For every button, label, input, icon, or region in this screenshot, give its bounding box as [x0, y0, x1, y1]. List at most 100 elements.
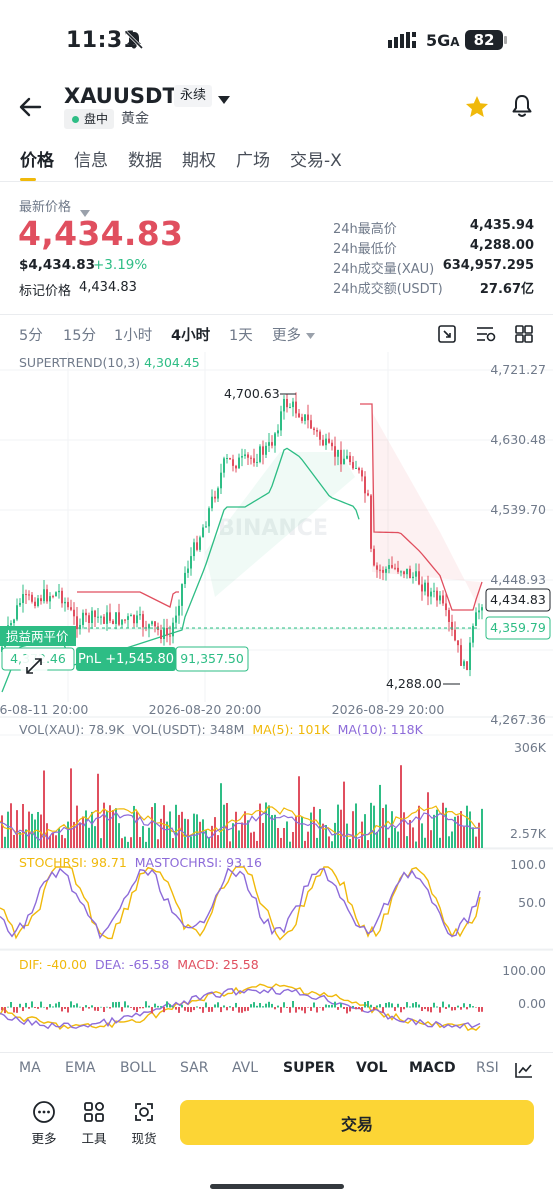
indicator-ma[interactable]: MA [19, 1060, 41, 1076]
back-arrow-icon[interactable] [18, 94, 44, 124]
volume-bar [352, 811, 354, 848]
macd-histogram-bar [265, 1003, 267, 1008]
macd-histogram-bar [232, 1007, 234, 1011]
candle-body [223, 458, 225, 473]
candle-body [211, 496, 213, 509]
macd-histogram-bar [112, 1002, 114, 1008]
kline-chart[interactable]: BINANCE 4,700.63 4,288.00 4,721.27 4,630… [0, 352, 553, 1052]
macd-histogram-bar [298, 1007, 300, 1010]
tab-options[interactable]: 期权 [182, 146, 216, 171]
chart-expand-icon[interactable] [437, 324, 457, 348]
timeframe-15m[interactable]: 15分 [63, 324, 96, 345]
volume-bar [52, 832, 54, 848]
y-tick: 4,539.70 [490, 502, 546, 517]
indicator-tabs: MA EMA BOLL SAR AVL SUPER VOL MACD RSI [0, 1052, 553, 1086]
candle-body [274, 433, 276, 446]
timeframe-1d[interactable]: 1天 [229, 324, 253, 345]
candle-body [322, 439, 324, 446]
candle-body [463, 661, 465, 666]
volume-bar [331, 841, 333, 848]
volume-bar [475, 836, 477, 848]
candle-body [367, 493, 369, 496]
alert-bell-icon[interactable] [510, 93, 534, 123]
volume-bar [472, 827, 474, 848]
current-price-tag-text: 4,434.83 [490, 592, 546, 607]
macd-histogram-bar [301, 1007, 303, 1011]
candle-body [352, 462, 354, 469]
indicator-boll[interactable]: BOLL [120, 1060, 156, 1076]
candle-body [46, 589, 48, 602]
favorite-star-icon[interactable] [464, 94, 490, 124]
symbol-dropdown-icon[interactable] [218, 90, 230, 109]
candle-body [229, 458, 231, 460]
more-label: 更多 [31, 1131, 57, 1146]
candle-body [250, 457, 252, 459]
macd-histogram-bar [178, 1007, 180, 1013]
candle-body [340, 449, 342, 465]
macd-histogram-bar [13, 1007, 15, 1013]
volume-bar [469, 811, 471, 848]
tools-button[interactable]: 工具 [74, 1100, 114, 1147]
macd-histogram-bar [310, 1007, 312, 1011]
volume-bar [175, 804, 177, 848]
indicator-vol[interactable]: VOL [356, 1060, 387, 1076]
macd-histogram-bar [460, 1007, 462, 1010]
timeframe-1h[interactable]: 1小时 [114, 324, 152, 345]
macd-histogram-bar [334, 1001, 336, 1008]
macd-histogram-bar [277, 1005, 279, 1008]
volume-bar [235, 811, 237, 848]
bell-muted-icon [124, 30, 144, 54]
candle-body [148, 624, 150, 629]
trade-button[interactable]: 交易 [180, 1100, 534, 1145]
symbol-name[interactable]: XAUUSDT [64, 84, 177, 108]
macd-histogram-bar [418, 1004, 420, 1008]
indicator-macd[interactable]: MACD [409, 1060, 456, 1076]
candle-body [202, 527, 204, 538]
indicator-rsi[interactable]: RSI [476, 1060, 499, 1076]
macd-histogram-bar [19, 1003, 21, 1008]
layout-grid-icon[interactable] [514, 324, 534, 348]
spot-button[interactable]: 现货 [124, 1100, 164, 1147]
candle-body [232, 459, 234, 466]
indicator-ema[interactable]: EMA [65, 1060, 96, 1076]
tab-data[interactable]: 数据 [128, 146, 162, 171]
candle-body [439, 595, 441, 601]
mastochrsi-line [0, 867, 481, 940]
volume-bar [328, 836, 330, 848]
candle-body [64, 601, 66, 604]
macd-histogram-bar [28, 1007, 30, 1009]
latest-price-label[interactable]: 最新价格 [19, 196, 71, 215]
volume-bar [241, 822, 243, 848]
indicator-super[interactable]: SUPER [283, 1060, 335, 1076]
stat-label-turnover: 24h成交额(USDT) [333, 282, 443, 297]
macd-histogram-bar [364, 1001, 366, 1008]
timeframe-4h[interactable]: 4小时 [171, 324, 210, 345]
timeframe-5m[interactable]: 5分 [19, 324, 43, 345]
tab-trade-x[interactable]: 交易-X [290, 146, 342, 171]
candle-body [97, 616, 99, 618]
candle-body [475, 612, 477, 626]
indicator-settings-icon[interactable] [475, 324, 497, 348]
candle-body [382, 569, 384, 573]
volume-bar [451, 831, 453, 848]
more-dots-icon [33, 1101, 55, 1123]
volume-bar [316, 837, 318, 848]
tab-square[interactable]: 广场 [236, 146, 270, 171]
tab-info[interactable]: 信息 [74, 146, 108, 171]
volume-bar [418, 805, 420, 848]
indicator-sar[interactable]: SAR [180, 1060, 208, 1076]
candle-body [481, 607, 483, 611]
candle-body [160, 630, 162, 639]
drawing-tools-icon[interactable] [514, 1061, 534, 1083]
timeframe-more[interactable]: 更多 [272, 324, 315, 345]
macd-histogram-bar [40, 1001, 42, 1008]
volume-bar [433, 814, 435, 848]
kline-chart-canvas[interactable]: BINANCE 4,700.63 4,288.00 4,721.27 4,630… [0, 352, 553, 1052]
macd-histogram-bar [229, 1006, 231, 1008]
more-button[interactable]: 更多 [24, 1100, 64, 1147]
fullscreen-icon[interactable] [20, 652, 48, 680]
macd-axis-top: 100.00 [502, 963, 546, 978]
macd-histogram-bar [274, 1007, 276, 1010]
tab-price[interactable]: 价格 [20, 146, 54, 171]
indicator-avl[interactable]: AVL [232, 1060, 258, 1076]
